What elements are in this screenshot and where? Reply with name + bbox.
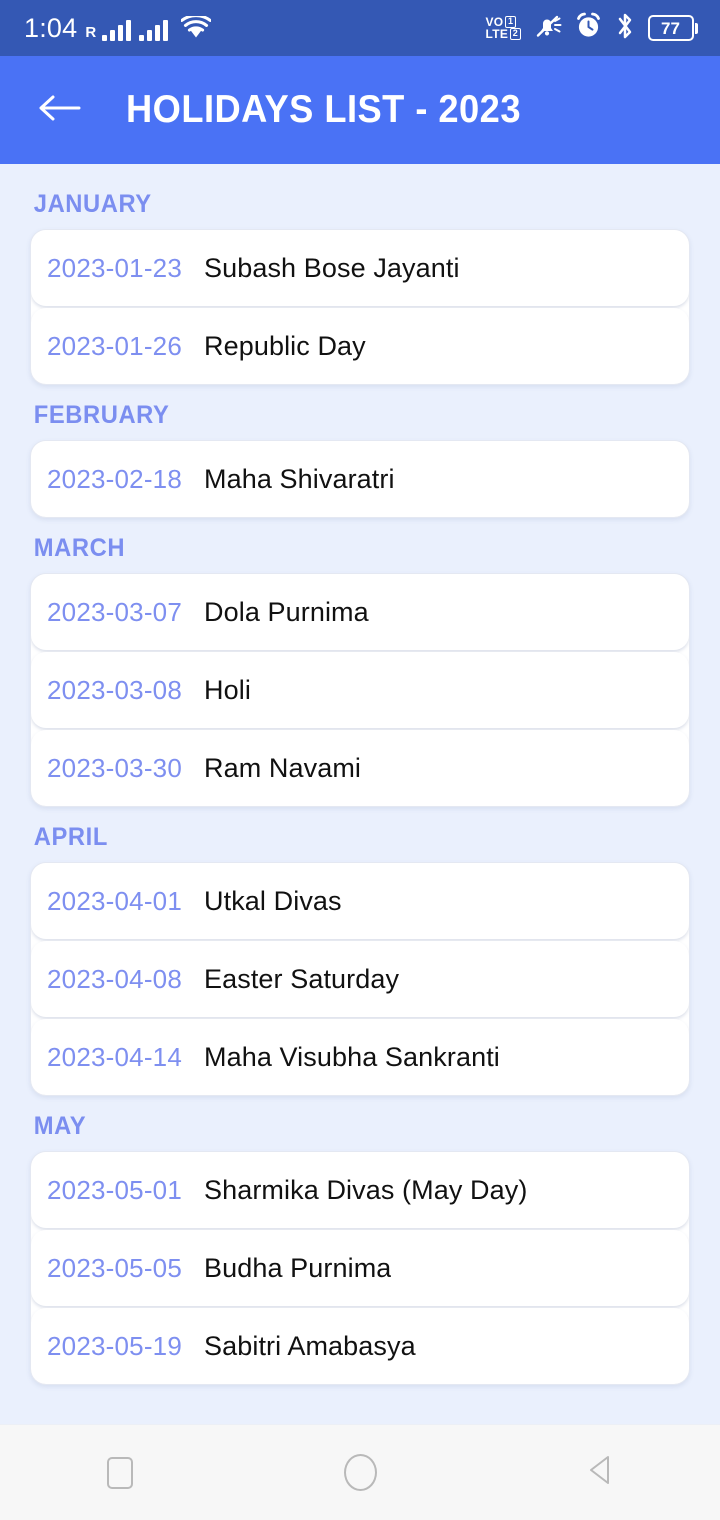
- page-title: HOLIDAYS LIST - 2023: [126, 88, 521, 131]
- holiday-row[interactable]: 2023-05-19 Sabitri Amabasya: [31, 1308, 689, 1384]
- holiday-date: 2023-01-23: [47, 252, 182, 283]
- triangle-left-icon: [583, 1452, 617, 1493]
- month-card: 2023-03-07 Dola Purnima 2023-03-08 Holi 2023…: [30, 573, 690, 807]
- holiday-row[interactable]: 2023-04-08 Easter Saturday: [31, 941, 689, 1017]
- holiday-name: Sabitri Amabasya: [204, 1330, 416, 1361]
- month-card: 2023-04-01 Utkal Divas 2023-04-08 Easter Sa…: [30, 862, 690, 1096]
- status-bar-right: VO 1 LTE 2 77: [486, 12, 698, 45]
- month-block: APRIL 2023-04-01 Utkal Divas 2023-04-08 East…: [0, 811, 720, 1096]
- nav-recents-button[interactable]: [72, 1425, 168, 1520]
- bluetooth-icon: [615, 12, 635, 45]
- square-icon: [107, 1456, 133, 1489]
- holiday-name: Republic Day: [204, 330, 366, 361]
- roaming-indicator: R: [85, 23, 97, 41]
- holiday-row[interactable]: 2023-05-01 Sharmika Divas (May Day): [31, 1152, 689, 1228]
- month-header: JANUARY: [33, 190, 152, 218]
- wifi-icon: [180, 14, 212, 44]
- holiday-date: 2023-03-30: [47, 752, 182, 783]
- holiday-name: Subash Bose Jayanti: [204, 252, 460, 283]
- app-bar: HOLIDAYS LIST - 2023: [0, 56, 720, 164]
- signal-bars-sim1-icon: [102, 19, 132, 41]
- holiday-name: Budha Purnima: [204, 1252, 392, 1283]
- holiday-name: Maha Visubha Sankranti: [204, 1041, 500, 1072]
- month-block: MAY 2023-05-01 Sharmika Divas (May Day) 202…: [0, 1100, 720, 1385]
- month-card: 2023-01-23 Subash Bose Jayanti 2023-01-26 R…: [30, 229, 690, 385]
- holiday-row[interactable]: 2023-01-23 Subash Bose Jayanti: [31, 230, 689, 306]
- holiday-row[interactable]: 2023-03-07 Dola Purnima: [31, 574, 689, 650]
- holiday-date: 2023-05-19: [47, 1330, 182, 1361]
- holiday-row[interactable]: 2023-04-14 Maha Visubha Sankranti: [31, 1019, 689, 1095]
- month-header: APRIL: [33, 823, 108, 851]
- holiday-date: 2023-05-05: [47, 1252, 182, 1283]
- system-navigation-bar: [0, 1424, 720, 1520]
- month-block: JANUARY 2023-01-23 Subash Bose Jayanti 2023…: [0, 178, 720, 385]
- holiday-date: 2023-05-01: [47, 1174, 182, 1205]
- month-header: FEBRUARY: [33, 401, 170, 429]
- phone-screen: 1:04 R VO 1 LTE 2 77 HOLIDAYS LIST - 202…: [0, 0, 720, 1520]
- sim-slot-2-badge: 2: [510, 28, 521, 40]
- holiday-date: 2023-03-08: [47, 674, 182, 705]
- holiday-row[interactable]: 2023-01-26 Republic Day: [31, 308, 689, 384]
- holiday-name: Easter Saturday: [204, 963, 400, 994]
- holiday-row[interactable]: 2023-03-30 Ram Navami: [31, 730, 689, 806]
- holiday-date: 2023-04-14: [47, 1041, 182, 1072]
- holiday-name: Utkal Divas: [204, 885, 342, 916]
- holiday-name: Sharmika Divas (May Day): [204, 1174, 528, 1205]
- month-header: MARCH: [33, 534, 126, 562]
- month-card: 2023-05-01 Sharmika Divas (May Day) 2023-0…: [30, 1151, 690, 1385]
- holiday-name: Holi: [204, 674, 251, 705]
- status-bar-clock: 1:04: [24, 12, 78, 43]
- volte-icon: VO 1 LTE 2: [486, 16, 521, 40]
- holiday-date: 2023-04-08: [47, 963, 182, 994]
- holiday-date: 2023-04-01: [47, 885, 182, 916]
- holiday-date: 2023-03-07: [47, 596, 182, 627]
- nav-back-button[interactable]: [552, 1425, 648, 1520]
- alarm-clock-icon: [575, 12, 602, 44]
- battery-icon: 77: [647, 15, 698, 41]
- holiday-name: Dola Purnima: [204, 596, 369, 627]
- back-button[interactable]: [36, 87, 82, 133]
- holiday-row[interactable]: 2023-02-18 Maha Shivaratri: [31, 441, 689, 517]
- signal-bars-sim2-icon: [139, 19, 169, 41]
- month-card: 2023-02-18 Maha Shivaratri: [30, 440, 690, 518]
- circle-icon: [343, 1454, 377, 1491]
- holiday-row[interactable]: 2023-04-01 Utkal Divas: [31, 863, 689, 939]
- month-block: MARCH 2023-03-07 Dola Purnima 2023-03-08 Hol…: [0, 522, 720, 807]
- arrow-left-icon: [37, 91, 81, 130]
- month-header: MAY: [33, 1112, 87, 1140]
- nav-home-button[interactable]: [312, 1425, 408, 1520]
- status-bar: 1:04 R VO 1 LTE 2 77: [0, 0, 720, 56]
- holiday-name: Ram Navami: [204, 752, 362, 783]
- battery-level-text: 77: [661, 18, 680, 38]
- holiday-date: 2023-02-18: [47, 463, 182, 494]
- volte-label-bottom: LTE: [485, 27, 509, 41]
- status-bar-left: 1:04 R: [24, 12, 212, 44]
- holiday-row[interactable]: 2023-03-08 Holi: [31, 652, 689, 728]
- holiday-row[interactable]: 2023-05-05 Budha Purnima: [31, 1230, 689, 1306]
- mute-bell-icon: [534, 13, 562, 44]
- month-block: FEBRUARY 2023-02-18 Maha Shivaratri: [0, 389, 720, 518]
- holiday-name: Maha Shivaratri: [204, 463, 395, 494]
- holiday-date: 2023-01-26: [47, 330, 182, 361]
- holidays-list[interactable]: JANUARY 2023-01-23 Subash Bose Jayanti 2023…: [0, 164, 720, 1424]
